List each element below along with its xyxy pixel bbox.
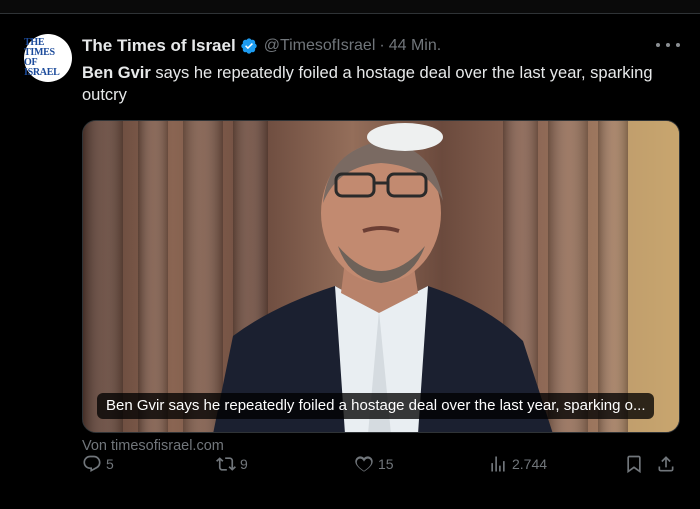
avatar-line-2: OF ISRAEL bbox=[24, 57, 60, 78]
reply-count: 5 bbox=[106, 456, 114, 472]
reply-button[interactable]: 5 bbox=[82, 444, 114, 484]
share-icon bbox=[658, 456, 674, 472]
media-caption: Ben Gvir says he repeatedly foiled a hos… bbox=[97, 393, 655, 419]
bookmark-button[interactable] bbox=[624, 444, 648, 484]
media-card[interactable]: Ben Gvir says he repeatedly foiled a hos… bbox=[82, 120, 680, 433]
top-bar bbox=[0, 0, 700, 14]
timestamp[interactable]: 44 Min. bbox=[389, 37, 441, 55]
heart-icon bbox=[355, 456, 373, 472]
tweet-header: The Times of Israel @TimesofIsrael · 44 … bbox=[82, 36, 441, 56]
like-button[interactable]: 15 bbox=[354, 444, 394, 484]
more-dots-icon[interactable] bbox=[656, 38, 680, 52]
tweet-card[interactable]: THE TIMES OF ISRAEL The Times of Israel … bbox=[0, 14, 700, 509]
views-count: 2.744 bbox=[512, 456, 548, 472]
share-button[interactable] bbox=[656, 444, 680, 484]
tweet-text-rest: says he repeatedly foiled a hostage deal… bbox=[82, 64, 653, 104]
tweet-text: Ben Gvir says he repeatedly foiled a hos… bbox=[82, 62, 662, 106]
retweet-icon bbox=[216, 457, 236, 471]
verified-badge-icon[interactable] bbox=[240, 37, 258, 55]
avatar[interactable]: THE TIMES OF ISRAEL bbox=[24, 34, 72, 82]
views-icon bbox=[491, 456, 505, 472]
reply-icon bbox=[83, 455, 101, 473]
separator: · bbox=[379, 37, 385, 54]
tweet-text-bold: Ben Gvir bbox=[82, 64, 151, 82]
avatar-line-1: THE TIMES bbox=[24, 37, 55, 58]
author-handle[interactable]: @TimesofIsrael bbox=[264, 37, 376, 55]
bookmark-icon bbox=[627, 455, 641, 474]
retweet-button[interactable]: 9 bbox=[216, 444, 248, 484]
like-count: 15 bbox=[378, 456, 394, 472]
retweet-count: 9 bbox=[240, 456, 248, 472]
action-bar: 5 9 15 2.744 bbox=[0, 444, 700, 484]
views-button[interactable]: 2.744 bbox=[488, 444, 547, 484]
author-name[interactable]: The Times of Israel bbox=[82, 36, 236, 56]
video-thumbnail bbox=[83, 121, 679, 432]
